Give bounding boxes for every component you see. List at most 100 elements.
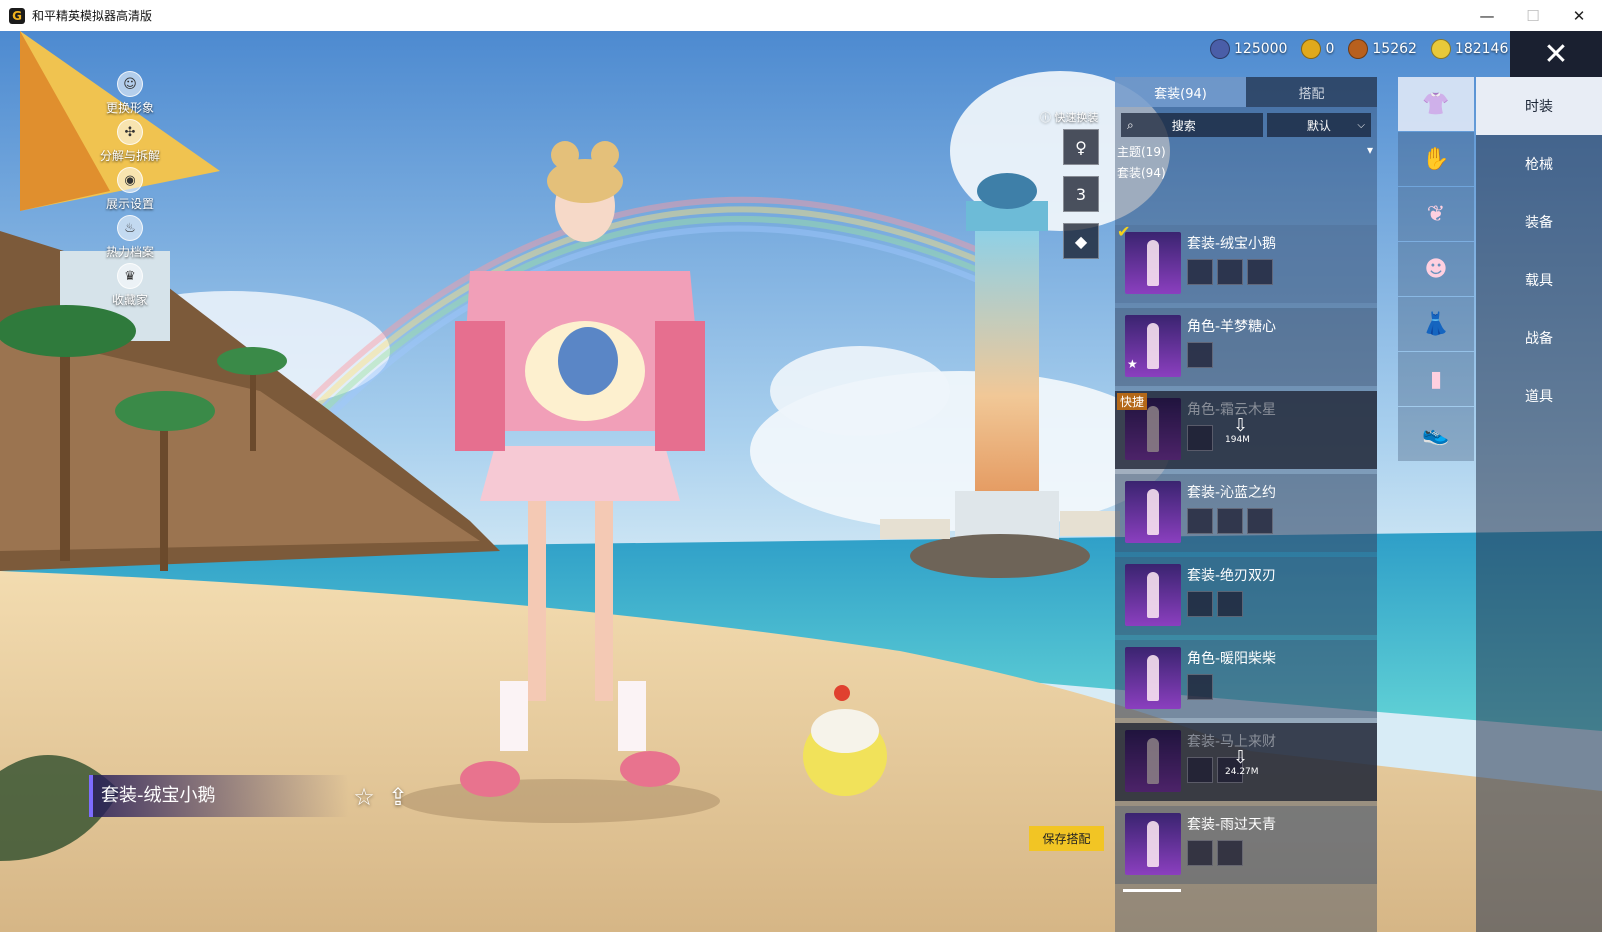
save-outfit-button[interactable]: 保存搭配	[1029, 826, 1104, 851]
gem-coin-icon	[1210, 39, 1230, 59]
glove-icon[interactable]: ✋	[1398, 132, 1474, 186]
item-title: 角色-羊梦糖心	[1187, 319, 1277, 335]
download-size: 24.27M	[1225, 767, 1259, 777]
part-icon	[1187, 840, 1213, 866]
list-item[interactable]: 套装-绝刃双刃	[1115, 557, 1377, 635]
theme-filter[interactable]: 主题(19) ▾	[1117, 143, 1373, 160]
category-items[interactable]: 道具	[1476, 367, 1602, 425]
item-title: 角色-霜云木星	[1187, 402, 1277, 418]
favorite-star-icon[interactable]: ☆	[350, 783, 378, 811]
quick-change-label[interactable]: ⓘ 快速换装	[1040, 109, 1099, 125]
tab-match[interactable]: 搭配	[1246, 77, 1377, 107]
category-vehicles[interactable]: 载具	[1476, 251, 1602, 309]
quick-slot-figure-icon[interactable]: ♀	[1063, 129, 1099, 165]
download-icon[interactable]: ⇩	[1233, 747, 1248, 768]
window-close-button[interactable]: ✕	[1556, 0, 1602, 31]
search-input[interactable]: ⌕ 搜索	[1121, 113, 1263, 137]
category-equipment[interactable]: 装备	[1476, 193, 1602, 251]
maximize-button[interactable]: ☐	[1510, 0, 1556, 31]
shoes-icon[interactable]: 👟	[1398, 407, 1474, 461]
part-icon	[1187, 259, 1213, 285]
disassemble-button[interactable]: ✣ 分解与拆解	[80, 119, 180, 167]
chevron-down-icon: ⌵	[1357, 119, 1365, 131]
list-item[interactable]: 套装-沁蓝之约	[1115, 474, 1377, 552]
item-title: 套装-马上来财	[1187, 734, 1277, 750]
currency-value: 15262	[1372, 41, 1417, 57]
currency-bar: 125000 0 15262 182146	[1210, 39, 1516, 59]
left-menu-label: 热力档案	[105, 245, 154, 259]
quick-badge: 快捷	[1117, 393, 1148, 410]
currency-value: 0	[1325, 41, 1335, 57]
quick-slot-diamond-icon[interactable]: ◆	[1063, 223, 1099, 259]
part-icon	[1187, 591, 1213, 617]
item-title: 套装-沁蓝之约	[1187, 485, 1277, 501]
left-menu-label: 展示设置	[105, 197, 154, 211]
list-item[interactable]: ★ 角色-羊梦糖心	[1115, 308, 1377, 386]
outfit-thumbnail	[1125, 813, 1181, 875]
outfit-thumbnail	[1125, 232, 1181, 294]
window-titlebar: G 和平精英模拟器高清版 — ☐ ✕	[0, 0, 1602, 32]
outfit-icon[interactable]: 👗	[1398, 297, 1474, 351]
disassemble-icon: ✣	[117, 119, 143, 145]
left-menu-label: 分解与拆解	[99, 149, 160, 163]
game-scene: ☺ 更换形象 ✣ 分解与拆解 ◉ 展示设置 ♨ 热力档案 ♛ 收藏家 套装-绒宝…	[0, 31, 1602, 932]
set-count-header: 套装(94)	[1117, 166, 1166, 180]
part-icon	[1217, 508, 1243, 534]
left-menu-label: 收藏家	[111, 293, 148, 307]
pants-icon[interactable]: ▮	[1398, 352, 1474, 406]
trophy-icon: ♛	[117, 263, 143, 289]
left-menu-label: 更换形象	[105, 101, 154, 115]
outfit-thumbnail	[1125, 564, 1181, 626]
gold-coin-icon	[1430, 39, 1451, 59]
change-appearance-button[interactable]: ☺ 更换形象	[80, 71, 180, 119]
eye-icon: ◉	[117, 167, 143, 193]
left-menu: ☺ 更换形象 ✣ 分解与拆解 ◉ 展示设置 ♨ 热力档案 ♛ 收藏家	[80, 71, 180, 311]
check-icon: ✔	[1117, 222, 1131, 241]
share-icon[interactable]: ⇪	[384, 783, 412, 811]
item-title: 套装-绝刃双刃	[1187, 568, 1277, 584]
outfit-thumbnail	[1125, 647, 1181, 709]
download-icon[interactable]: ⇩	[1233, 415, 1248, 436]
currency-gold: 182146	[1430, 39, 1508, 59]
item-title: 套装-绒宝小鹅	[1187, 236, 1277, 252]
outfit-thumbnail	[1125, 481, 1181, 543]
bronze-coin-icon	[1348, 39, 1369, 59]
part-icon	[1217, 591, 1243, 617]
download-size: 194M	[1225, 435, 1250, 445]
part-icon	[1187, 425, 1213, 451]
mask-icon[interactable]: ☻	[1398, 242, 1474, 296]
outfit-list: ✔ 套装-绒宝小鹅 ★ 角色-羊梦糖心 快捷 角色-霜云木星 ⇩ 194M 套装	[1115, 222, 1377, 889]
part-icon	[1247, 259, 1273, 285]
minimize-button[interactable]: —	[1464, 0, 1510, 31]
category-fashion[interactable]: 时装	[1476, 77, 1602, 135]
heat-icon: ♨	[117, 215, 143, 241]
list-item[interactable]: 角色-暖阳柴柴	[1115, 640, 1377, 718]
category-combat-gear[interactable]: 战备	[1476, 309, 1602, 367]
display-settings-button[interactable]: ◉ 展示设置	[80, 167, 180, 215]
part-icon	[1217, 259, 1243, 285]
search-icon: ⌕	[1127, 117, 1134, 132]
item-title: 套装-雨过天青	[1187, 817, 1277, 833]
help-icon: ⓘ	[1040, 111, 1051, 124]
list-item[interactable]: 套装-雨过天青	[1115, 806, 1377, 884]
list-item[interactable]: 快捷 角色-霜云木星 ⇩ 194M	[1115, 391, 1377, 469]
currency-a: 0	[1301, 39, 1334, 59]
collector-button[interactable]: ♛ 收藏家	[80, 263, 180, 311]
currency-value: 125000	[1234, 41, 1288, 57]
list-item[interactable]: 套装-马上来财 ⇩ 24.27M	[1115, 723, 1377, 801]
close-icon[interactable]: ✕	[1510, 31, 1602, 77]
outfit-thumbnail	[1125, 730, 1181, 792]
quick-slot-3[interactable]: 3	[1063, 176, 1099, 212]
main-category-column: 时装 枪械 装备 载具 战备 道具	[1476, 77, 1602, 932]
list-item[interactable]: ✔ 套装-绒宝小鹅	[1115, 222, 1377, 303]
part-icon	[1187, 508, 1213, 534]
accessory-icon[interactable]: ❦	[1398, 187, 1474, 241]
sort-dropdown[interactable]: 默认 ⌵	[1266, 113, 1371, 137]
tab-sets[interactable]: 套装(94)	[1115, 77, 1246, 107]
heat-profile-button[interactable]: ♨ 热力档案	[80, 215, 180, 263]
a-coin-icon	[1301, 39, 1322, 59]
part-icon	[1187, 342, 1213, 368]
category-guns[interactable]: 枪械	[1476, 135, 1602, 193]
top-icon[interactable]: 👚	[1398, 77, 1474, 131]
outfit-panel: 套装(94) 搭配 ⌕ 搜索 默认 ⌵ 主题(19) ▾ 套装(94) ✔ 套装…	[1115, 77, 1377, 932]
